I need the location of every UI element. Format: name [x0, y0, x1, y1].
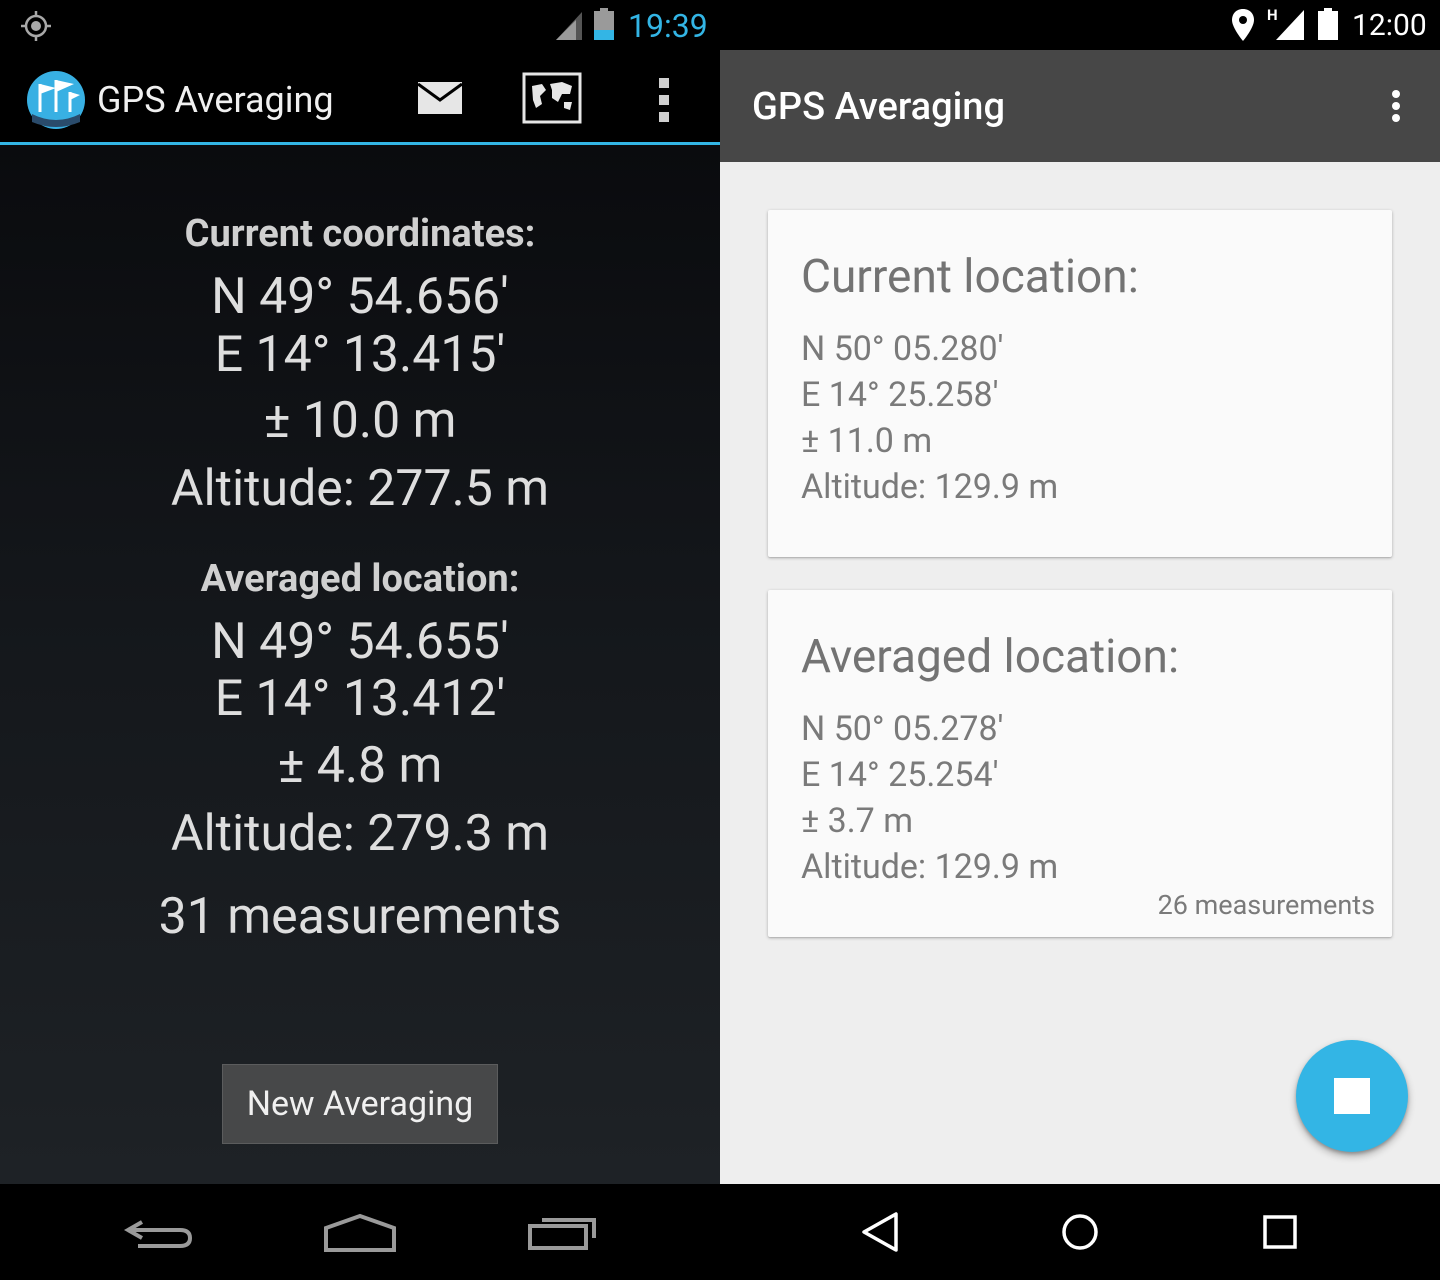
- status-time: 19:39: [628, 7, 708, 45]
- averaged-altitude: Altitude: 129.9 m: [801, 847, 1059, 887]
- measurement-count: 26 measurements: [1157, 889, 1375, 921]
- averaged-latitude: N 49° 54.655′: [211, 613, 509, 671]
- location-pin-icon: [1232, 9, 1254, 41]
- averaged-accuracy: ± 4.8 m: [277, 737, 443, 795]
- mail-icon[interactable]: [416, 80, 464, 116]
- signal-icon: [1276, 10, 1304, 40]
- current-longitude: E 14° 25.258': [801, 375, 999, 415]
- stop-icon: [1334, 1078, 1370, 1114]
- battery-icon: [594, 8, 614, 40]
- averaged-location-heading: Averaged location:: [200, 557, 520, 601]
- averaged-accuracy: ± 3.7 m: [801, 801, 914, 841]
- averaged-latitude: N 50° 05.278': [801, 709, 1004, 749]
- right-screen-material: H 12:00 GPS Averaging Current location: …: [720, 0, 1440, 1280]
- left-screen-holo: 19:39 GPS Averaging Current coordinates:…: [0, 0, 720, 1280]
- averaged-longitude: E 14° 25.254': [801, 755, 999, 795]
- averaged-location-card: Averaged location: N 50° 05.278' E 14° 2…: [768, 590, 1392, 937]
- home-icon[interactable]: [320, 1200, 400, 1264]
- signal-icon: [556, 12, 582, 40]
- measurement-count: 31 measurements: [158, 888, 562, 946]
- back-icon[interactable]: [856, 1208, 904, 1256]
- overflow-menu-icon[interactable]: [650, 74, 678, 126]
- averaged-altitude: Altitude: 279.3 m: [170, 805, 550, 863]
- overflow-menu-icon[interactable]: [1382, 86, 1410, 130]
- stop-averaging-fab[interactable]: [1296, 1040, 1408, 1152]
- current-location-card: Current location: N 50° 05.280' E 14° 25…: [768, 210, 1392, 557]
- gps-icon: [21, 11, 51, 41]
- new-averaging-button[interactable]: New Averaging: [222, 1064, 498, 1144]
- back-icon[interactable]: [120, 1200, 200, 1264]
- status-time: 12:00: [1352, 8, 1427, 43]
- current-coordinates-heading: Current coordinates:: [184, 212, 536, 256]
- map-icon[interactable]: [522, 72, 582, 124]
- recents-icon[interactable]: [1256, 1208, 1304, 1256]
- app-title: GPS Averaging: [752, 85, 1005, 129]
- current-longitude: E 14° 13.415′: [214, 326, 506, 384]
- current-latitude: N 50° 05.280': [801, 329, 1004, 369]
- battery-icon: [1318, 8, 1338, 40]
- averaged-location-title: Averaged location:: [801, 630, 1180, 684]
- current-accuracy: ± 10.0 m: [263, 392, 457, 450]
- current-altitude: Altitude: 277.5 m: [170, 460, 550, 518]
- app-title: GPS Averaging: [97, 79, 334, 121]
- current-location-title: Current location:: [801, 250, 1139, 304]
- current-altitude: Altitude: 129.9 m: [801, 467, 1059, 507]
- current-latitude: N 49° 54.656′: [211, 268, 509, 326]
- app-icon[interactable]: [26, 70, 86, 130]
- recents-icon[interactable]: [522, 1200, 602, 1264]
- averaged-longitude: E 14° 13.412′: [214, 670, 506, 728]
- current-accuracy: ± 11.0 m: [801, 421, 933, 461]
- home-icon[interactable]: [1056, 1208, 1104, 1256]
